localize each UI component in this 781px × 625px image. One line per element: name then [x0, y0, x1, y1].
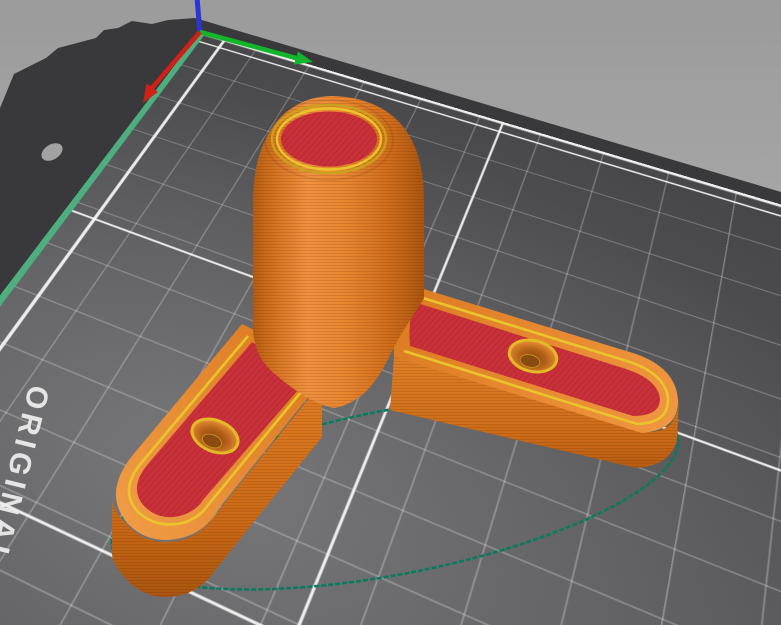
x-axis-icon	[152, 32, 200, 88]
viewport-3d[interactable]: ORIGINAL	[0, 0, 781, 625]
axis-indicator	[0, 0, 781, 625]
y-axis-arrowhead-icon	[294, 52, 313, 65]
z-axis-icon	[197, 0, 200, 34]
y-axis-icon	[200, 32, 296, 58]
